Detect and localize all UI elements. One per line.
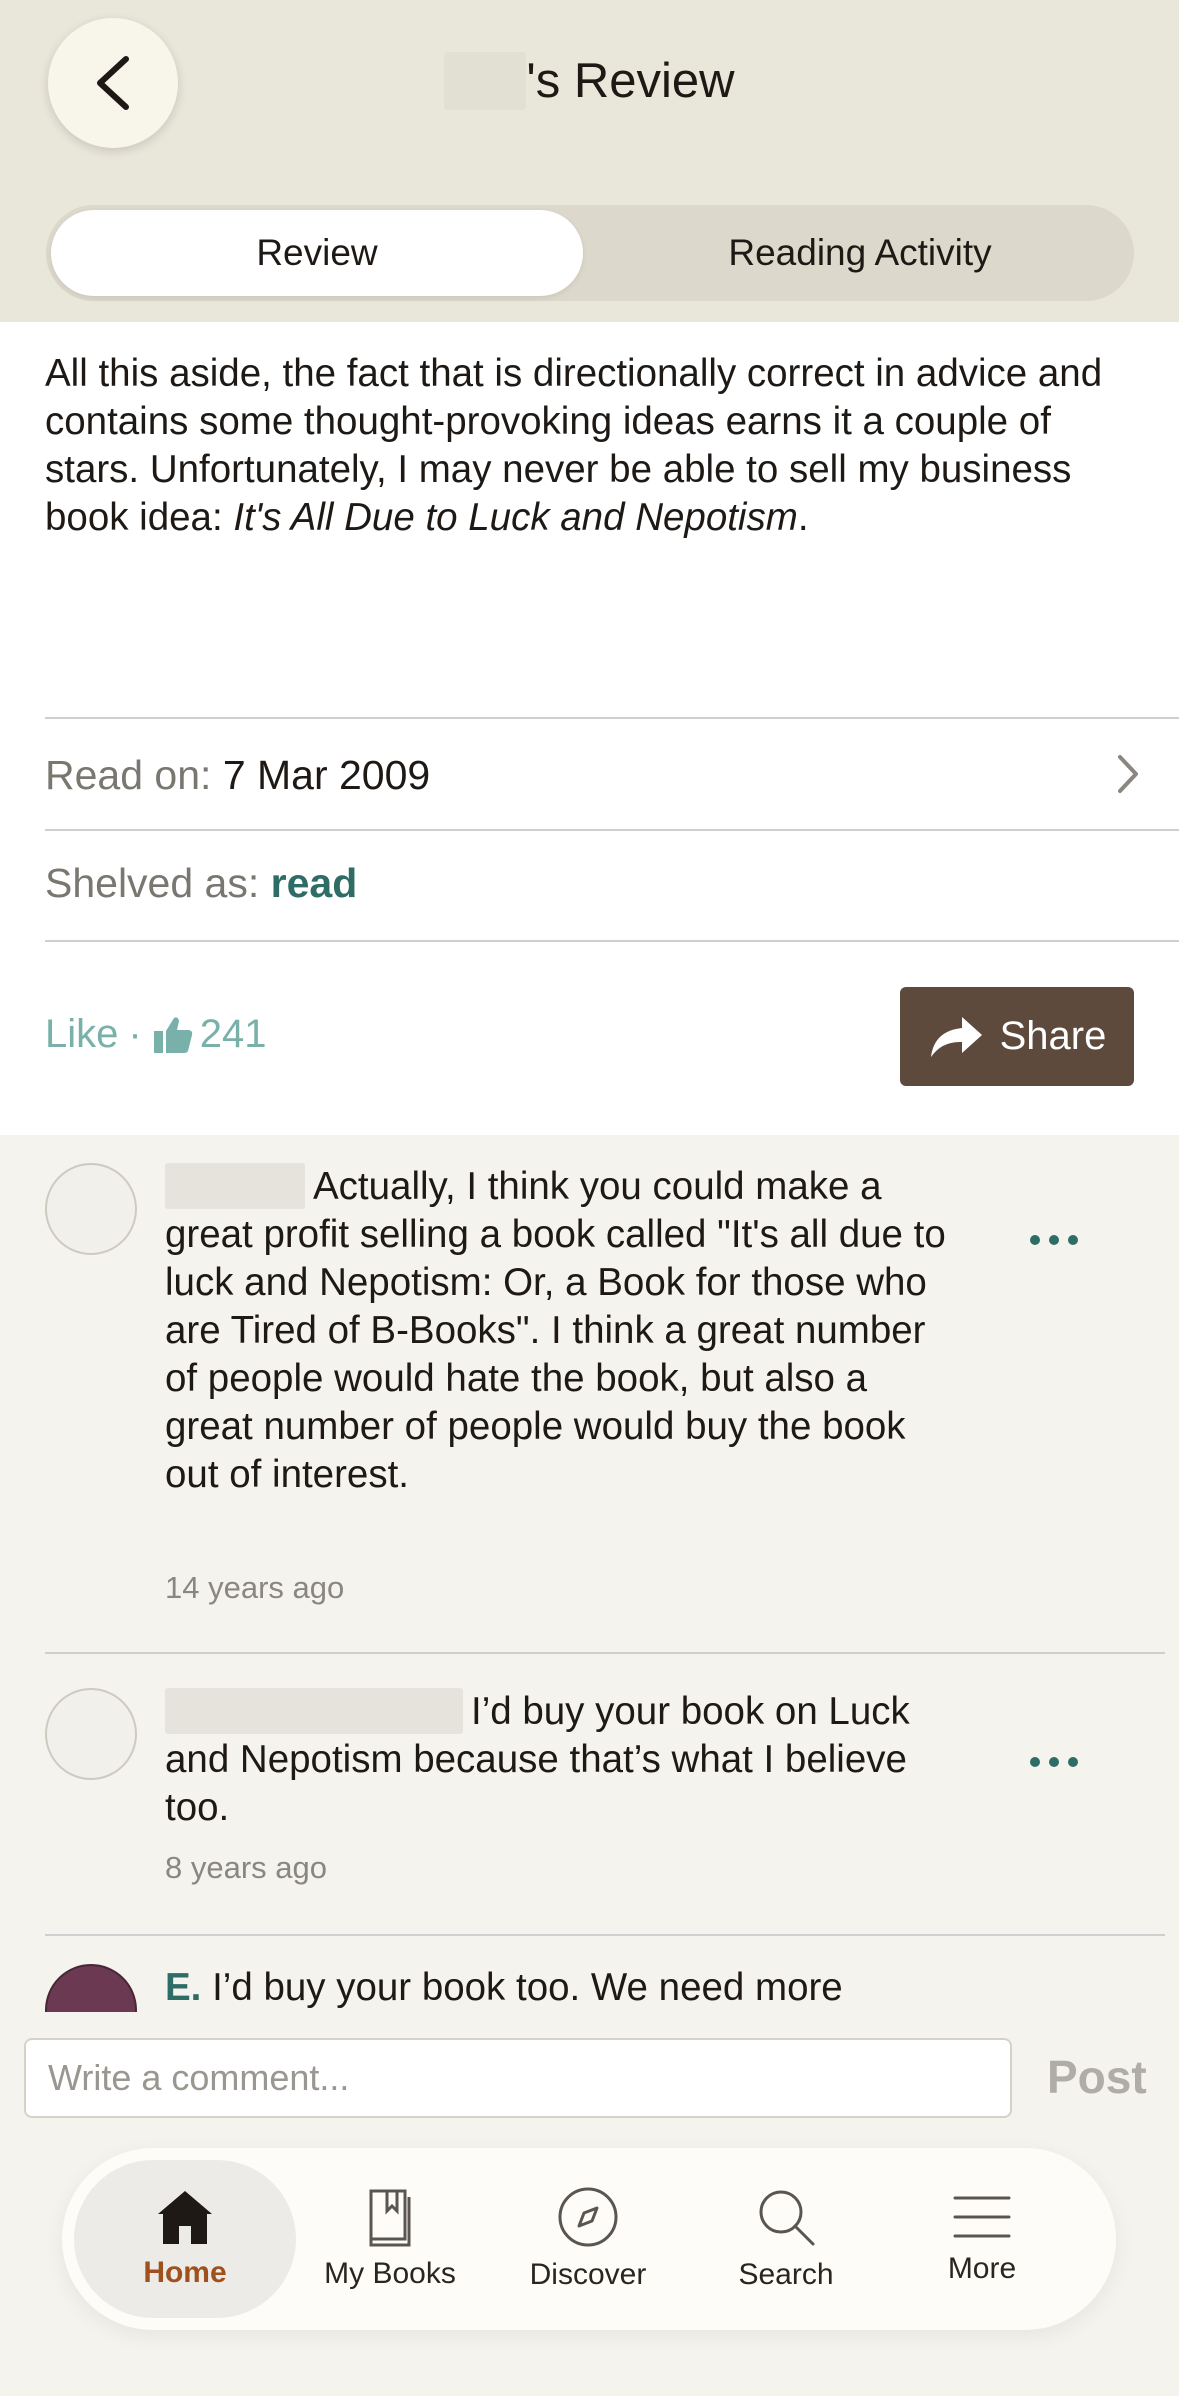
avatar[interactable] xyxy=(45,1163,137,1255)
more-options-icon[interactable] xyxy=(1030,1235,1078,1245)
comment-input[interactable] xyxy=(24,2038,1012,2118)
nav-more[interactable]: More xyxy=(884,2160,1080,2318)
redacted-username[interactable] xyxy=(165,1688,463,1734)
divider xyxy=(45,1652,1165,1654)
avatar[interactable] xyxy=(45,1964,137,2012)
book-icon xyxy=(369,2189,411,2247)
chevron-right-icon[interactable] xyxy=(1115,752,1141,796)
divider xyxy=(45,1934,1165,1936)
avatar[interactable] xyxy=(45,1688,137,1780)
review-section: All this aside, the fact that is directi… xyxy=(0,322,1179,1135)
nav-search[interactable]: Search xyxy=(688,2160,884,2318)
nav-home[interactable]: Home xyxy=(74,2160,296,2318)
comment-text: E. I’d buy your book too. We need more xyxy=(165,1966,843,2009)
comment-composer: Post xyxy=(0,2012,1179,2144)
divider xyxy=(45,829,1179,831)
comments-list: Actually, I think you could make a great… xyxy=(0,1135,1179,2012)
share-button[interactable]: Share xyxy=(900,987,1134,1086)
bottom-nav: Home My Books Discover Search More xyxy=(62,2148,1116,2330)
review-text: All this aside, the fact that is directi… xyxy=(45,352,1103,539)
divider xyxy=(45,940,1179,942)
like-count[interactable]: 241 xyxy=(200,1012,267,1057)
comment-text: Actually, I think you could make a great… xyxy=(165,1163,946,1496)
comment-timestamp: 8 years ago xyxy=(165,1850,327,1885)
book-idea-title: It's All Due to Luck and Nepotism xyxy=(233,496,798,539)
comment-author[interactable]: E. xyxy=(165,1966,201,2009)
shelf-link[interactable]: read xyxy=(271,860,358,906)
share-arrow-icon xyxy=(930,1016,982,1057)
home-icon xyxy=(158,2191,212,2244)
shelved-as-row: Shelved as: read xyxy=(45,860,358,906)
read-on-date: 7 Mar 2009 xyxy=(222,752,431,798)
divider xyxy=(45,717,1179,719)
nav-discover[interactable]: Discover xyxy=(490,2160,686,2318)
compass-icon xyxy=(558,2187,618,2247)
redacted-username[interactable] xyxy=(165,1163,305,1209)
like-row: Like · 241 xyxy=(45,1012,267,1057)
post-button[interactable]: Post xyxy=(1047,2050,1147,2104)
like-button[interactable]: Like xyxy=(45,1012,118,1057)
header: 's Review Review Reading Activity xyxy=(0,0,1179,322)
comment-timestamp: 14 years ago xyxy=(165,1570,345,1605)
bottom-nav-container: Home My Books Discover Search More xyxy=(0,2144,1179,2396)
thumbs-up-icon xyxy=(153,1016,192,1053)
page-title: 's Review xyxy=(0,52,1179,110)
redacted-username xyxy=(444,52,527,110)
tab-review[interactable]: Review xyxy=(51,210,583,296)
search-icon xyxy=(759,2190,815,2246)
more-options-icon[interactable] xyxy=(1030,1757,1078,1767)
tab-reading-activity[interactable]: Reading Activity xyxy=(591,210,1129,296)
nav-my-books[interactable]: My Books xyxy=(292,2160,488,2318)
comment-text: I’d buy your book on Luck and Nepotism b… xyxy=(165,1688,910,1829)
menu-icon xyxy=(953,2196,1011,2238)
tab-bar: Review Reading Activity xyxy=(46,205,1134,301)
read-on-row[interactable]: Read on: 7 Mar 2009 xyxy=(45,752,430,799)
